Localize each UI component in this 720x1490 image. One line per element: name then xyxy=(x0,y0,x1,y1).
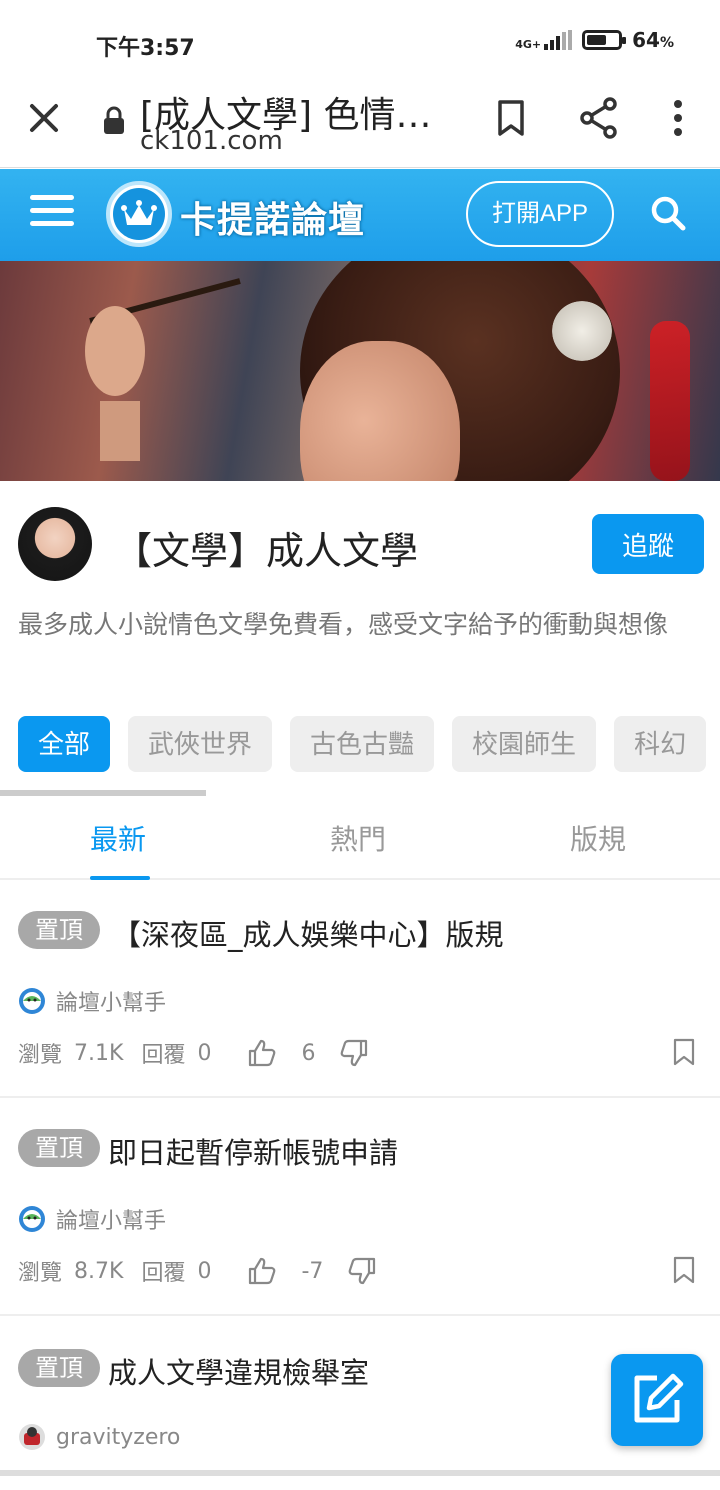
forum-title: 【文學】成人文學 xyxy=(114,529,419,573)
pinned-badge: 置頂 xyxy=(18,911,100,949)
category-chips: 全部 武俠世界 古色古豔 校園師生 科幻 xyxy=(18,716,707,772)
chip-scroll-indicator xyxy=(0,790,206,796)
close-icon[interactable] xyxy=(22,96,66,140)
tab-latest[interactable]: 最新 xyxy=(90,818,146,858)
tab-hot[interactable]: 熱門 xyxy=(330,818,386,858)
author-avatar-icon xyxy=(19,988,45,1014)
author-avatar-icon xyxy=(19,1206,45,1232)
tab-bar: 最新 熱門 版規 xyxy=(0,800,720,880)
bookmark-icon[interactable] xyxy=(494,98,528,138)
divider xyxy=(0,1470,720,1476)
network-type: 4G+ xyxy=(515,38,542,51)
thumbs-up-icon[interactable] xyxy=(247,1256,277,1286)
post-stats: 瀏覽 8.7K 回覆 0 -7 xyxy=(18,1255,377,1287)
post-stats: 瀏覽 7.1K 回覆 0 6 xyxy=(18,1037,369,1069)
chip-all[interactable]: 全部 xyxy=(18,716,111,772)
like-count: 6 xyxy=(301,1040,316,1066)
open-app-button[interactable]: 打開APP xyxy=(466,181,614,247)
battery-percent: 64% xyxy=(632,28,674,52)
hamburger-menu-icon[interactable] xyxy=(30,195,74,229)
site-header: 卡提諾論壇 打開APP xyxy=(0,169,720,261)
forum-description: 最多成人小說情色文學免費看，感受文字給予的衝動與想像 xyxy=(18,610,669,639)
browser-toolbar: [成人文學] 色情… ck101.com xyxy=(0,86,720,168)
signal-icon: 4G+ xyxy=(515,30,573,51)
like-count: -7 xyxy=(301,1258,324,1284)
crown-logo-icon[interactable] xyxy=(106,181,172,247)
tab-rules[interactable]: 版規 xyxy=(570,818,626,858)
chip-campus[interactable]: 校園師生 xyxy=(452,716,597,772)
more-vert-icon[interactable] xyxy=(664,98,692,138)
post-item[interactable]: 置頂 【深夜區_成人娛樂中心】版規 論壇小幫手 瀏覽 7.1K 回覆 0 6 xyxy=(0,880,720,1098)
post-author[interactable]: 論壇小幫手 xyxy=(18,985,166,1017)
forum-banner-image xyxy=(0,261,720,481)
lock-icon xyxy=(102,106,126,136)
post-author[interactable]: gravityzero xyxy=(18,1423,180,1451)
author-avatar-icon xyxy=(19,1424,45,1450)
edit-icon xyxy=(634,1373,684,1423)
chip-guse[interactable]: 古色古豔 xyxy=(290,716,435,772)
post-author[interactable]: 論壇小幫手 xyxy=(18,1203,166,1235)
chip-scifi[interactable]: 科幻 xyxy=(614,716,707,772)
chip-wuxia[interactable]: 武俠世界 xyxy=(128,716,273,772)
post-title[interactable]: 【深夜區_成人娛樂中心】版規 xyxy=(112,912,504,954)
bookmark-icon[interactable] xyxy=(672,1255,696,1285)
status-bar: 下午3:57 4G+ 64% xyxy=(0,0,720,86)
site-brand[interactable]: 卡提諾論壇 xyxy=(180,191,365,243)
compose-button[interactable] xyxy=(611,1354,703,1446)
status-icons: 4G+ 64% xyxy=(515,28,674,52)
thumbs-up-icon[interactable] xyxy=(247,1038,277,1068)
share-icon[interactable] xyxy=(578,96,620,140)
post-title[interactable]: 即日起暫停新帳號申請 xyxy=(108,1130,398,1172)
pinned-badge: 置頂 xyxy=(18,1129,100,1167)
thumbs-down-icon[interactable] xyxy=(339,1038,369,1068)
search-icon[interactable] xyxy=(648,193,688,233)
page-url[interactable]: ck101.com xyxy=(140,126,283,156)
post-title[interactable]: 成人文學違規檢舉室 xyxy=(108,1350,369,1392)
status-time: 下午3:57 xyxy=(96,36,195,61)
pinned-badge: 置頂 xyxy=(18,1349,100,1387)
forum-avatar[interactable] xyxy=(18,507,92,581)
battery-icon xyxy=(582,30,627,50)
thumbs-down-icon[interactable] xyxy=(347,1256,377,1286)
follow-button[interactable]: 追蹤 xyxy=(592,514,704,574)
bookmark-icon[interactable] xyxy=(672,1037,696,1067)
app-root: 下午3:57 4G+ 64% [成人文學] 色情… ck101.com 卡提諾論… xyxy=(0,0,720,1490)
post-item[interactable]: 置頂 即日起暫停新帳號申請 論壇小幫手 瀏覽 8.7K 回覆 0 -7 xyxy=(0,1098,720,1316)
